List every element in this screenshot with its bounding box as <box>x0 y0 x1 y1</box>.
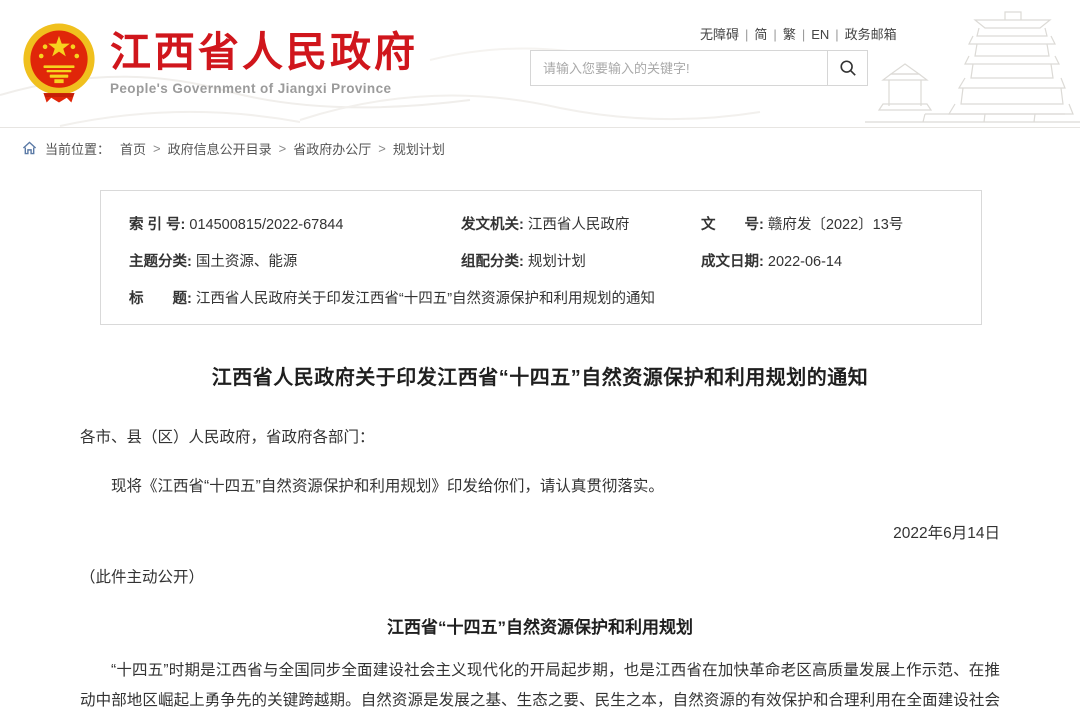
plan-subtitle: 江西省“十四五”自然资源保护和利用规划 <box>80 613 1000 638</box>
plan-opening-paragraph: “十四五”时期是江西省与全国同步全面建设社会主义现代化的开局起步期，也是江西省在… <box>80 656 1000 712</box>
breadcrumb-separator: > <box>153 141 161 156</box>
pavilion-illustration-icon <box>865 0 1080 128</box>
meta-issuing-agency: 发文机关: 江西省人民政府 <box>461 213 701 234</box>
breadcrumb-item-info-directory[interactable]: 政府信息公开目录 <box>168 139 272 158</box>
breadcrumb-item-general-office[interactable]: 省政府办公厅 <box>293 139 371 158</box>
document-page: 索 引 号: 014500815/2022-67844 发文机关: 江西省人民政… <box>0 190 1080 712</box>
meta-document-number: 文 号: 赣府发〔2022〕13号 <box>701 213 971 234</box>
logo-text: 江西省人民政府 People's Government of Jiangxi P… <box>110 30 418 95</box>
top-links: 无障碍|简|繁|EN|政务邮箱 <box>700 24 868 43</box>
site-logo[interactable]: 江西省人民政府 People's Government of Jiangxi P… <box>20 22 418 104</box>
meta-group-category: 组配分类: 规划计划 <box>461 250 701 271</box>
meta-subject-category: 主题分类: 国土资源、能源 <box>129 250 461 271</box>
document-date: 2022年6月14日 <box>80 522 1000 547</box>
breadcrumb-label: 当前位置： <box>45 139 110 158</box>
national-emblem-icon <box>20 22 98 104</box>
document-intro-paragraph: 现将《江西省“十四五”自然资源保护和利用规划》印发给你们，请认真贯彻落实。 <box>80 475 1000 500</box>
link-traditional[interactable]: 繁 <box>783 27 796 42</box>
site-header: 江西省人民政府 People's Government of Jiangxi P… <box>0 0 1080 128</box>
site-subtitle-en: People's Government of Jiangxi Province <box>110 81 418 96</box>
link-gov-mail[interactable]: 政务邮箱 <box>845 27 897 42</box>
breadcrumb-separator: > <box>279 141 287 156</box>
search-input[interactable] <box>531 51 827 85</box>
document-meta-box: 索 引 号: 014500815/2022-67844 发文机关: 江西省人民政… <box>100 190 982 325</box>
link-english[interactable]: EN <box>811 27 829 42</box>
link-accessibility[interactable]: 无障碍 <box>700 27 739 42</box>
search-bar <box>530 50 868 86</box>
search-button[interactable] <box>827 51 867 85</box>
document-body: 各市、县（区）人民政府，省政府各部门： 现将《江西省“十四五”自然资源保护和利用… <box>80 426 1000 712</box>
meta-title: 标 题: 江西省人民政府关于印发江西省“十四五”自然资源保护和利用规划的通知 <box>129 287 971 308</box>
breadcrumb-item-planning[interactable]: 规划计划 <box>393 139 445 158</box>
document-title: 江西省人民政府关于印发江西省“十四五”自然资源保护和利用规划的通知 <box>80 361 1000 390</box>
link-simplified[interactable]: 简 <box>754 27 767 42</box>
site-title: 江西省人民政府 <box>110 30 418 75</box>
breadcrumb: 当前位置： 首页 > 政府信息公开目录 > 省政府办公厅 > 规划计划 <box>0 128 1080 168</box>
document-salutation: 各市、县（区）人民政府，省政府各部门： <box>80 426 1000 451</box>
link-separator: | <box>773 27 776 42</box>
meta-issue-date: 成文日期: 2022-06-14 <box>701 250 971 271</box>
link-separator: | <box>835 27 838 42</box>
link-separator: | <box>745 27 748 42</box>
meta-index-number: 索 引 号: 014500815/2022-67844 <box>129 213 461 234</box>
document-disclosure-note: （此件主动公开） <box>80 566 1000 591</box>
breadcrumb-separator: > <box>378 141 386 156</box>
home-icon[interactable] <box>22 141 37 155</box>
search-icon <box>839 59 857 77</box>
breadcrumb-item-home[interactable]: 首页 <box>120 139 146 158</box>
link-separator: | <box>802 27 805 42</box>
page: 江西省人民政府 People's Government of Jiangxi P… <box>0 0 1080 712</box>
